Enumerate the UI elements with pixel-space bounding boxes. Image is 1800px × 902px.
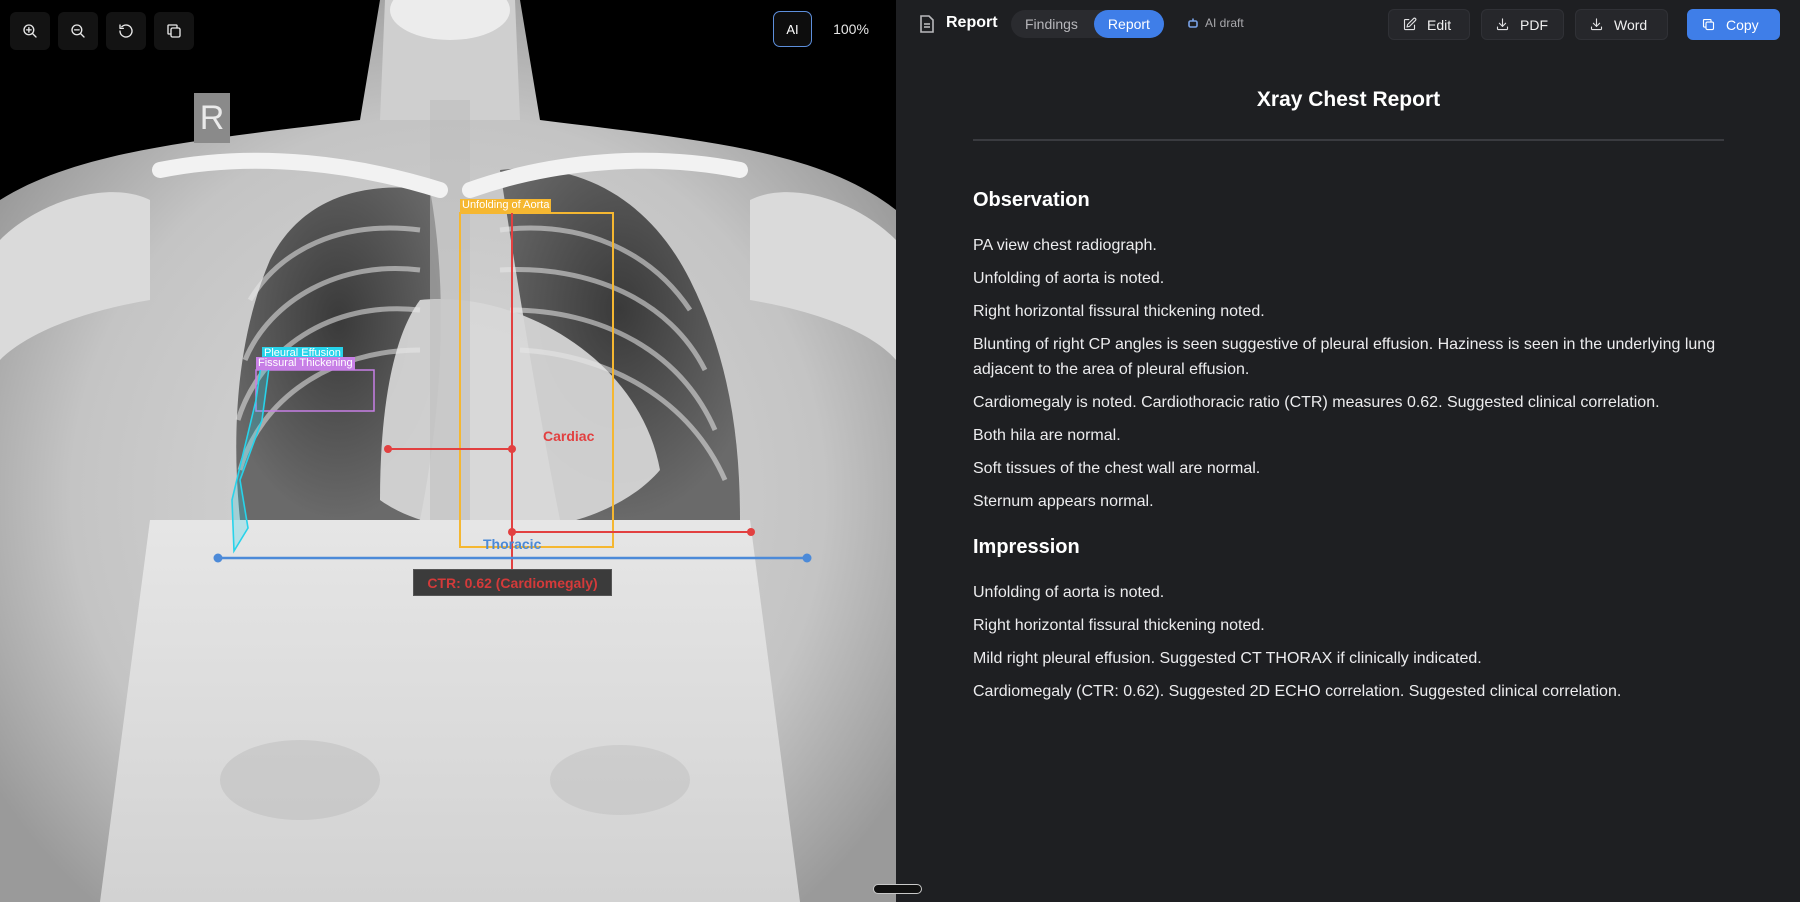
download-icon bbox=[1590, 18, 1603, 31]
impression-heading: Impression bbox=[973, 536, 1080, 558]
pdf-button-label: PDF bbox=[1520, 16, 1548, 33]
copy-icon bbox=[167, 24, 181, 38]
edit-button-label: Edit bbox=[1427, 16, 1452, 33]
report-title: Xray Chest Report bbox=[1256, 88, 1441, 111]
observation-line: Soft tissues of the chest wall are norma… bbox=[973, 460, 1261, 477]
rotate-button[interactable] bbox=[106, 12, 146, 50]
viewer-toolbar bbox=[10, 12, 194, 50]
report-divider bbox=[973, 139, 1724, 141]
xray-viewer[interactable]: R Unfolding of Aorta Pleural Effusion Fi… bbox=[0, 0, 896, 902]
annotation-label-fissural-thickening: Fissural Thickening bbox=[256, 357, 355, 370]
report-panel-header: Report Findings Report AI draft Edit PDF… bbox=[896, 0, 1800, 48]
impression-line: Right horizontal fissural thickening not… bbox=[973, 617, 1265, 634]
observation-line: Blunting of right CP angles is seen sugg… bbox=[973, 336, 1716, 378]
annotation-label-thoracic: Thoracic bbox=[483, 536, 542, 552]
observation-line: Both hila are normal. bbox=[973, 427, 1121, 444]
ctr-measurement-label: CTR: 0.62 (Cardiomegaly) bbox=[413, 569, 612, 596]
panel-resize-handle[interactable] bbox=[873, 884, 922, 894]
robot-icon bbox=[1188, 18, 1198, 28]
word-button-label: Word bbox=[1614, 16, 1648, 33]
tab-report[interactable]: Report bbox=[1093, 10, 1164, 38]
observation-line: Unfolding of aorta is noted. bbox=[973, 270, 1165, 287]
observation-line: Sternum appears normal. bbox=[973, 493, 1154, 510]
document-icon bbox=[920, 15, 934, 33]
xray-image bbox=[0, 0, 896, 902]
copy-image-button[interactable] bbox=[154, 12, 194, 50]
copy-report-button[interactable]: Copy bbox=[1687, 9, 1780, 40]
copy-icon bbox=[1702, 18, 1715, 31]
panel-title: Report bbox=[946, 14, 998, 31]
edit-button[interactable]: Edit bbox=[1388, 9, 1470, 40]
zoom-out-icon bbox=[71, 24, 85, 38]
report-document[interactable]: Xray Chest Report Observation PA view ch… bbox=[973, 88, 1724, 704]
download-icon bbox=[1496, 18, 1509, 31]
observation-line: Right horizontal fissural thickening not… bbox=[973, 303, 1265, 320]
ai-overlay-toggle[interactable]: AI bbox=[773, 11, 812, 47]
observation-line: Cardiomegaly is noted. Cardiothoracic ra… bbox=[973, 394, 1660, 411]
zoom-out-button[interactable] bbox=[58, 12, 98, 50]
download-pdf-button[interactable]: PDF bbox=[1481, 9, 1564, 40]
impression-line: Cardiomegaly (CTR: 0.62). Suggested 2D E… bbox=[973, 683, 1622, 700]
observation-line: PA view chest radiograph. bbox=[973, 237, 1157, 254]
app-window: R Unfolding of Aorta Pleural Effusion Fi… bbox=[0, 0, 1800, 902]
tab-findings[interactable]: Findings bbox=[1011, 10, 1092, 38]
impression-line: Mild right pleural effusion. Suggested C… bbox=[973, 650, 1482, 667]
ai-draft-label: AI draft bbox=[1205, 16, 1244, 30]
copy-button-label: Copy bbox=[1726, 16, 1759, 33]
edit-icon bbox=[1403, 17, 1417, 31]
report-panel: Report Findings Report AI draft Edit PDF… bbox=[896, 0, 1800, 902]
zoom-in-button[interactable] bbox=[10, 12, 50, 50]
zoom-in-icon bbox=[23, 24, 37, 38]
rotate-icon bbox=[119, 24, 133, 38]
ai-draft-badge: AI draft bbox=[1187, 16, 1244, 30]
annotation-label-aorta: Unfolding of Aorta bbox=[460, 199, 552, 212]
annotation-label-cardiac: Cardiac bbox=[543, 428, 595, 444]
impression-line: Unfolding of aorta is noted. bbox=[973, 584, 1165, 601]
side-marker-r: R bbox=[194, 93, 230, 143]
view-tabs: Findings Report bbox=[1011, 10, 1164, 38]
observation-heading: Observation bbox=[973, 189, 1090, 211]
download-word-button[interactable]: Word bbox=[1575, 9, 1668, 40]
zoom-level-indicator: 100% bbox=[833, 21, 869, 37]
